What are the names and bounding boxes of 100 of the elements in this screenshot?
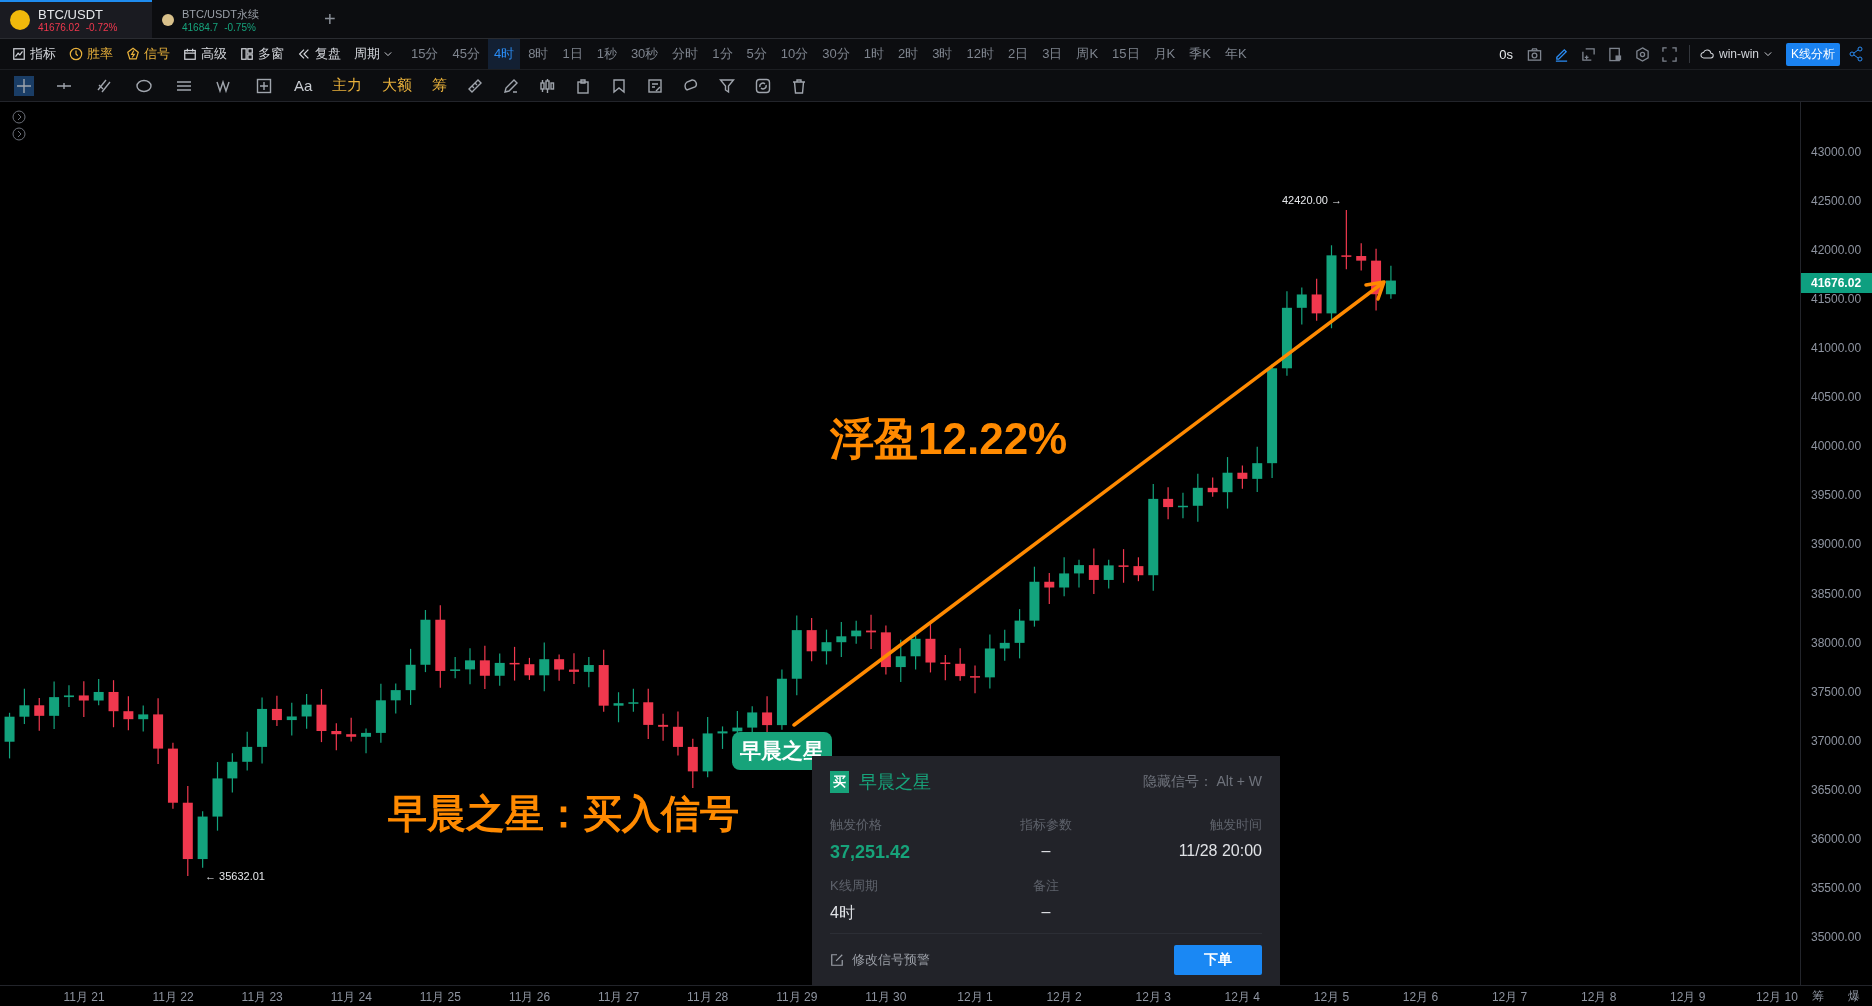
candlestick	[658, 713, 669, 742]
period-tab[interactable]: 周K	[1070, 39, 1105, 69]
clipboard-icon[interactable]	[575, 77, 592, 94]
period-tab[interactable]: 1秒	[590, 39, 623, 69]
field-label: K线周期	[830, 877, 879, 895]
period-tab[interactable]: 30分	[816, 39, 856, 69]
candles-icon[interactable]	[539, 77, 556, 94]
candlestick	[851, 620, 862, 645]
filter-icon[interactable]	[719, 77, 736, 94]
candlestick	[271, 695, 282, 727]
date-tick-label: 11月 24	[329, 989, 373, 1006]
period-tab[interactable]: 1日	[556, 39, 589, 69]
period-tab[interactable]: 8时	[522, 39, 555, 69]
period-tab[interactable]: 2日	[1001, 39, 1035, 69]
candlestick	[1252, 446, 1263, 493]
bookmark-icon[interactable]	[611, 77, 628, 94]
profit-text: 浮盈12.22%	[830, 413, 1068, 465]
ruler-icon[interactable]	[467, 77, 484, 94]
camera-icon[interactable]	[1526, 46, 1542, 62]
add-window-icon[interactable]	[1580, 46, 1596, 62]
price-tick-label: 40000.00	[1811, 439, 1862, 454]
pencil-icon[interactable]	[1553, 46, 1569, 62]
toolbar-button[interactable]: 复盘	[297, 45, 341, 63]
period-tab[interactable]: 3日	[1036, 39, 1069, 69]
pen-icon[interactable]	[503, 77, 520, 94]
date-tick-label: 12月 1	[956, 989, 994, 1006]
expand-icon[interactable]	[12, 110, 26, 124]
field-value: 11/28 20:00	[1178, 842, 1262, 860]
period-tab[interactable]: 年K	[1218, 39, 1253, 69]
high-price-label: 42420.00 →	[1282, 193, 1342, 206]
date-tick-label: 12月 10	[1754, 989, 1799, 1006]
candlestick	[34, 697, 45, 732]
account-dropdown[interactable]: win-win	[1699, 47, 1772, 61]
candlestick	[1103, 559, 1114, 590]
toolbar-button[interactable]: 主力	[332, 76, 363, 95]
double-left-icon	[297, 47, 311, 61]
edit-alert-link[interactable]: 修改信号预警	[830, 950, 930, 969]
period-tab[interactable]: 12时	[960, 39, 1000, 69]
expand-icon[interactable]	[12, 127, 26, 141]
candlestick	[286, 702, 297, 737]
trash-icon[interactable]	[791, 77, 808, 94]
period-tab[interactable]: 45分	[446, 39, 486, 69]
toolbar-button[interactable]: Aa	[294, 77, 313, 94]
period-tab[interactable]: 1分	[706, 39, 739, 69]
field-label: 指标参数	[1020, 816, 1072, 834]
symbol-tab[interactable]: BTC/USDT 41676.02 -0.72%	[0, 0, 152, 38]
candlestick	[1341, 209, 1352, 270]
date-tick-label: 12月 9	[1669, 989, 1707, 1006]
period-tab[interactable]: 4时	[487, 39, 521, 69]
candlestick	[153, 697, 164, 765]
toolbar-button[interactable]: 周期	[354, 45, 392, 63]
candlestick	[1014, 608, 1025, 659]
analysis-button[interactable]: K线分析	[1786, 42, 1840, 66]
toolbar-button[interactable]: 大额	[382, 76, 413, 95]
drawing-tool-button[interactable]	[14, 75, 34, 96]
toolbar-button[interactable]: 指标	[12, 45, 56, 63]
toolbar-button[interactable]: 多窗	[240, 45, 284, 63]
date-tick-label: 12月 3	[1134, 989, 1172, 1006]
share-icon[interactable]	[1848, 46, 1864, 62]
candlestick	[346, 717, 357, 742]
period-tab[interactable]: 月K	[1147, 39, 1182, 69]
price-quote: 41676.02 -0.72%	[38, 22, 118, 33]
corner-label[interactable]: 爆	[1848, 987, 1860, 1005]
price-tick-label: 37500.00	[1811, 684, 1862, 699]
price-quote: 41684.7 -0.75%	[182, 22, 257, 33]
candlestick	[1192, 473, 1203, 523]
period-tab[interactable]: 15日	[1106, 39, 1146, 69]
date-tick-label: 11月 30	[864, 989, 908, 1006]
order-button[interactable]: 下单	[1174, 944, 1262, 975]
fullscreen-icon[interactable]	[1661, 46, 1677, 62]
note-icon[interactable]	[647, 77, 664, 94]
candlestick	[999, 629, 1010, 662]
candlestick	[1163, 486, 1174, 520]
period-tab[interactable]: 10分	[774, 39, 815, 69]
corner-label[interactable]: 筹	[1812, 987, 1824, 1005]
sync-icon[interactable]	[755, 77, 772, 94]
period-tab[interactable]: 2时	[892, 39, 925, 69]
symbol-tab[interactable]: BTC/USDT永续 41684.7 -0.75%	[152, 0, 304, 38]
period-tab[interactable]: 5分	[740, 39, 773, 69]
toolbar-button[interactable]: 胜率	[69, 45, 113, 63]
candlestick	[1222, 456, 1233, 510]
shortcut-hint: 隐藏信号： Alt + W	[1142, 773, 1262, 791]
period-tab[interactable]: 分时	[666, 39, 705, 69]
period-tab[interactable]: 季K	[1183, 39, 1217, 69]
toolbar-button[interactable]: 信号	[126, 45, 170, 63]
toolbar-button[interactable]: 筹	[432, 76, 448, 95]
period-tab[interactable]: 30秒	[624, 39, 665, 69]
screen-icon[interactable]	[1607, 46, 1623, 62]
period-tab[interactable]: 3时	[926, 39, 959, 69]
candlestick	[569, 652, 579, 685]
candlestick	[465, 647, 475, 685]
candlestick	[1177, 492, 1188, 519]
new-tab-button[interactable]: +	[304, 0, 356, 38]
settings-icon[interactable]	[1634, 46, 1650, 62]
period-tab[interactable]: 1时	[857, 39, 890, 69]
candlestick	[167, 742, 178, 810]
period-tab[interactable]: 15分	[405, 39, 445, 69]
candlestick	[509, 646, 520, 682]
circle-icon	[136, 77, 152, 94]
toolbar-button[interactable]: 高级	[183, 45, 227, 63]
